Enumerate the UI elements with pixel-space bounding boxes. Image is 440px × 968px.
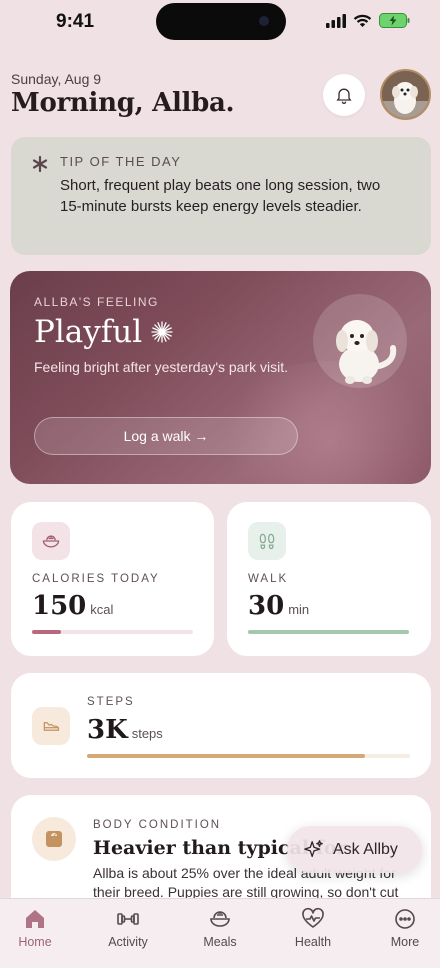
tab-activity-label: Activity bbox=[108, 935, 148, 949]
signal-icon bbox=[326, 13, 346, 28]
walk-number: 30 bbox=[248, 591, 285, 621]
calories-value: 150 kcal bbox=[32, 591, 113, 621]
status-time: 9:41 bbox=[56, 11, 95, 32]
tab-home-label: Home bbox=[18, 935, 52, 949]
tab-home[interactable]: Home bbox=[0, 907, 75, 949]
steps-progress-fill bbox=[87, 754, 365, 758]
walk-label: WALK bbox=[248, 573, 289, 585]
bell-icon bbox=[336, 88, 352, 104]
calories-progress-fill bbox=[32, 630, 61, 634]
calories-icon-box bbox=[32, 522, 70, 560]
body-condition-label: BODY CONDITION bbox=[93, 819, 222, 831]
ask-allby-button[interactable]: Ask Allby bbox=[287, 826, 422, 873]
mood-value: Playful bbox=[34, 314, 143, 350]
bowl-icon bbox=[42, 535, 60, 548]
avatar[interactable] bbox=[380, 69, 431, 120]
walk-value: 30 min bbox=[248, 591, 309, 621]
steps-unit: steps bbox=[131, 726, 163, 741]
feeling-label: ALLBA'S FEELING bbox=[34, 295, 159, 309]
tab-activity[interactable]: Activity bbox=[88, 907, 168, 949]
walk-progress-fill bbox=[248, 630, 409, 634]
steps-label: STEPS bbox=[87, 696, 135, 708]
heart-pulse-icon bbox=[302, 907, 324, 928]
bowl-icon bbox=[210, 911, 230, 927]
tab-bar: Home Activity Meals Health More bbox=[0, 898, 440, 968]
tab-health[interactable]: Health bbox=[273, 907, 353, 949]
dumbbell-icon bbox=[117, 913, 139, 925]
walk-progress-bar bbox=[248, 630, 409, 634]
dog-illustration-circle bbox=[313, 294, 407, 388]
footprints-icon bbox=[259, 533, 275, 550]
dog-illustration-icon bbox=[336, 320, 397, 384]
calories-label: CALORIES TODAY bbox=[32, 573, 160, 585]
walk-icon-box bbox=[248, 522, 286, 560]
dynamic-island bbox=[156, 3, 286, 40]
sparkle-icon bbox=[304, 839, 323, 857]
greeting-title: Morning, Allba. bbox=[11, 88, 235, 118]
scale-icon bbox=[46, 831, 62, 847]
sparkle-burst-icon bbox=[151, 321, 173, 343]
calories-number: 150 bbox=[32, 591, 87, 621]
tab-meals[interactable]: Meals bbox=[180, 907, 260, 949]
more-icon bbox=[395, 909, 415, 929]
tip-text: Short, frequent play beats one long sess… bbox=[60, 177, 381, 215]
battery-icon bbox=[379, 13, 410, 28]
wifi-icon bbox=[353, 14, 372, 27]
asterisk-icon bbox=[32, 155, 48, 173]
steps-icon-box bbox=[32, 707, 70, 745]
steps-card[interactable] bbox=[11, 673, 431, 778]
ask-allby-label: Ask Allby bbox=[333, 840, 398, 858]
log-walk-button[interactable]: Log a walk → bbox=[34, 417, 298, 455]
date-label: Sunday, Aug 9 bbox=[11, 71, 102, 87]
walk-unit: min bbox=[288, 602, 310, 617]
steps-progress-bar bbox=[87, 754, 410, 758]
shoe-icon bbox=[43, 722, 60, 731]
tip-label: TIP OF THE DAY bbox=[60, 154, 182, 169]
calories-progress-bar bbox=[32, 630, 193, 634]
steps-number: 3K bbox=[87, 715, 128, 745]
scale-icon-box bbox=[32, 817, 76, 861]
home-icon bbox=[26, 910, 44, 928]
tab-more[interactable]: More bbox=[365, 907, 440, 949]
notifications-button[interactable] bbox=[323, 74, 365, 116]
tab-meals-label: Meals bbox=[203, 935, 237, 949]
mood-title: Playful bbox=[34, 314, 174, 350]
dog-avatar-icon bbox=[382, 71, 429, 118]
tab-more-label: More bbox=[390, 935, 420, 949]
tab-health-label: Health bbox=[294, 935, 332, 949]
feeling-description: Feeling bright after yesterday's park vi… bbox=[34, 359, 289, 375]
calories-unit: kcal bbox=[90, 602, 114, 617]
steps-value: 3K steps bbox=[87, 715, 163, 745]
status-bar: 9:41 bbox=[0, 0, 440, 44]
